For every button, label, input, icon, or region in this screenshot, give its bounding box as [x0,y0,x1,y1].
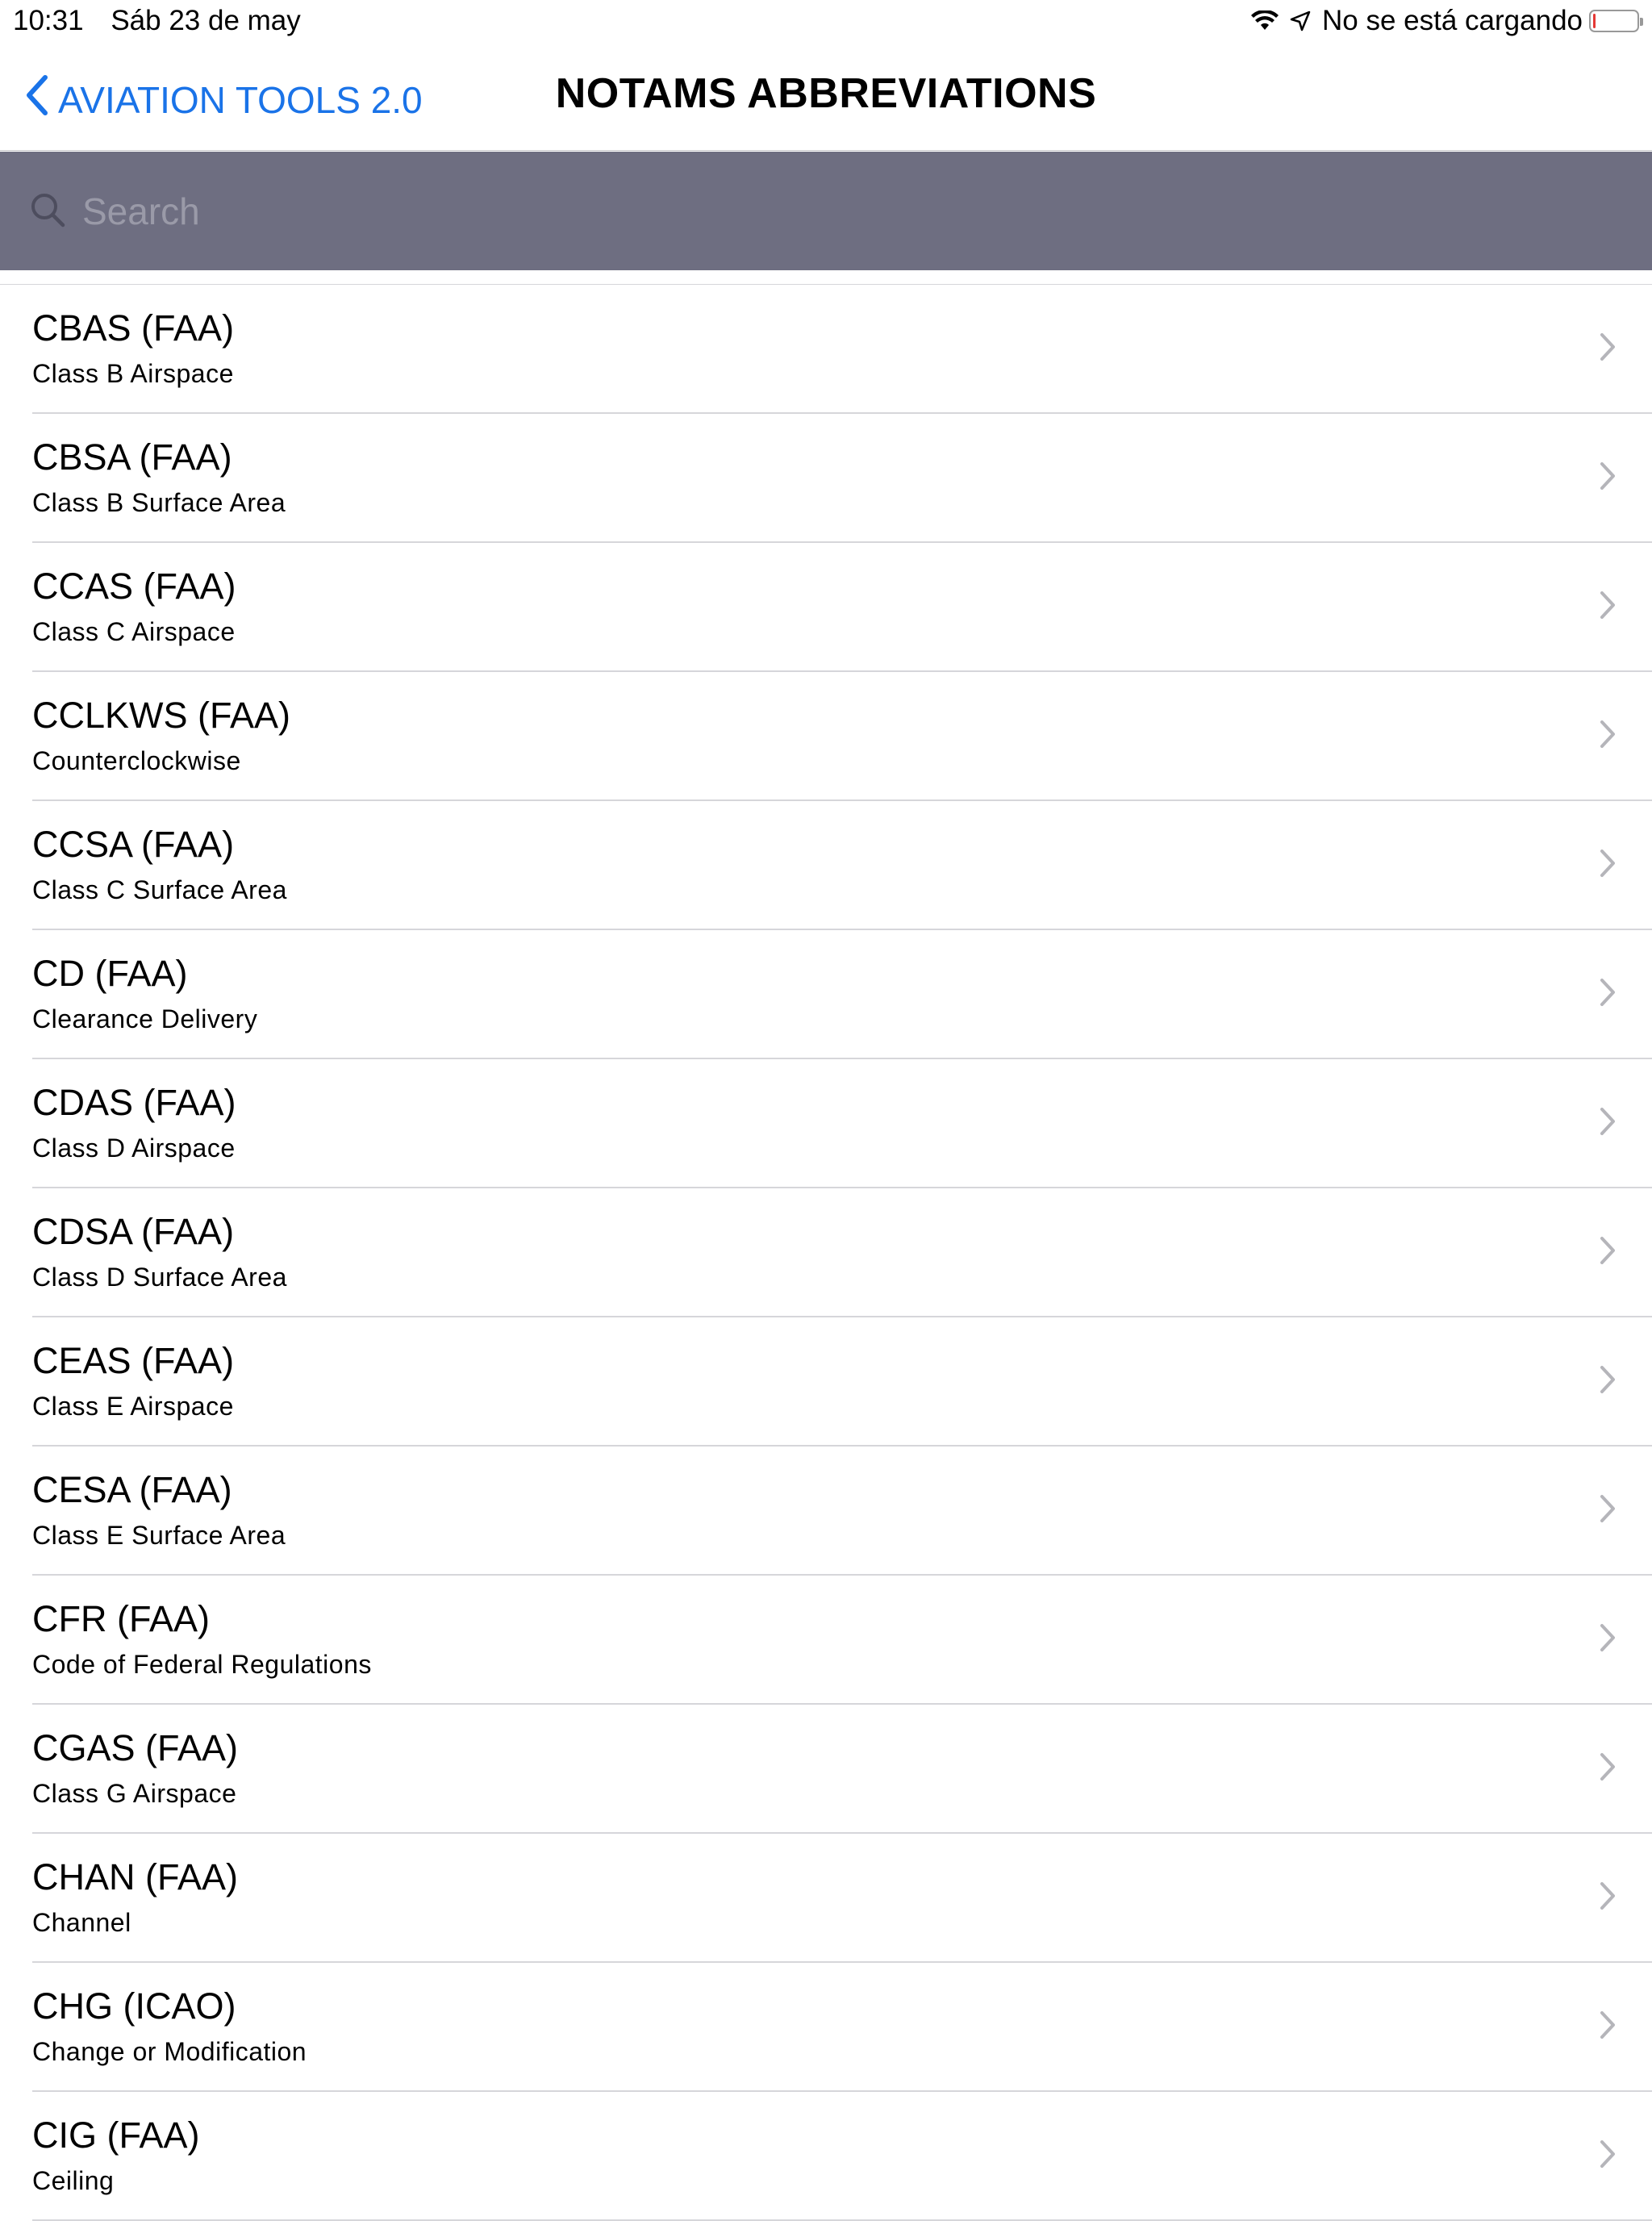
item-title: CCLKWS (FAA) [32,695,291,736]
item-subtitle: Class D Surface Area [32,1263,287,1292]
chevron-right-icon [1599,332,1617,366]
item-subtitle: Class G Airspace [32,1779,237,1808]
chevron-right-icon [1599,1622,1617,1657]
chevron-right-icon [1599,2010,1617,2044]
item-subtitle: Class E Surface Area [32,1521,286,1550]
charging-status-text: No se está cargando [1322,5,1583,36]
search-input[interactable] [81,189,1536,234]
item-title: CDAS (FAA) [32,1082,236,1123]
item-title: CHG (ICAO) [32,1985,236,2027]
list-item[interactable]: CHAN (FAA) Channel [0,1834,1652,1963]
wifi-icon [1251,10,1279,31]
abbreviation-list: CBAS (FAA) Class B Airspace CBSA (FAA) C… [0,284,1652,2221]
battery-nub [1640,18,1643,26]
item-title: CGAS (FAA) [32,1727,239,1768]
item-subtitle: Ceiling [32,2166,115,2195]
chevron-right-icon [1599,1235,1617,1270]
status-left: 10:31 Sáb 23 de may [13,5,320,37]
chevron-right-icon [1599,590,1617,624]
list-item[interactable]: CGAS (FAA) Class G Airspace [0,1705,1652,1834]
item-subtitle: Class E Airspace [32,1392,234,1421]
item-subtitle: Class D Airspace [32,1133,236,1163]
list-item[interactable]: CDAS (FAA) Class D Airspace [0,1059,1652,1188]
list-item[interactable]: CIG (FAA) Ceiling [0,2092,1652,2221]
search-icon [29,191,81,232]
item-subtitle: Class B Surface Area [32,488,286,517]
list-item[interactable]: CFR (FAA) Code of Federal Regulations [0,1576,1652,1705]
status-date: Sáb 23 de may [111,5,301,36]
list-item[interactable]: CCLKWS (FAA) Counterclockwise [0,672,1652,801]
item-title: CD (FAA) [32,953,188,994]
list-item[interactable]: CBSA (FAA) Class B Surface Area [0,414,1652,543]
status-bar: 10:31 Sáb 23 de may No se está cargando [0,0,1652,44]
item-title: CHAN (FAA) [32,1856,239,1897]
chevron-right-icon [1599,1881,1617,1915]
list-item[interactable]: CCSA (FAA) Class C Surface Area [0,801,1652,930]
chevron-right-icon [1599,848,1617,883]
chevron-right-icon [1599,1493,1617,1528]
list-item[interactable]: CCAS (FAA) Class C Airspace [0,543,1652,672]
list-item[interactable]: CBAS (FAA) Class B Airspace [0,285,1652,414]
item-title: CEAS (FAA) [32,1340,235,1381]
search-bar [0,152,1652,270]
list-item[interactable]: CEAS (FAA) Class E Airspace [0,1317,1652,1447]
item-subtitle: Class C Surface Area [32,875,287,904]
item-subtitle: Class B Airspace [32,359,234,388]
item-title: CBAS (FAA) [32,307,235,349]
page-title: NOTAMS ABBREVIATIONS [555,70,1097,117]
battery-level [1593,14,1596,28]
chevron-right-icon [1599,1106,1617,1141]
chevron-right-icon [1599,719,1617,754]
item-title: CBSA (FAA) [32,436,232,478]
chevron-right-icon [1599,1364,1617,1399]
list-item[interactable]: CDSA (FAA) Class D Surface Area [0,1188,1652,1317]
item-subtitle: Counterclockwise [32,746,241,775]
item-subtitle: Channel [32,1908,131,1937]
status-time: 10:31 [13,5,84,36]
item-subtitle: Code of Federal Regulations [32,1650,372,1679]
item-title: CESA (FAA) [32,1469,232,1510]
chevron-right-icon [1599,461,1617,495]
list-item[interactable]: CD (FAA) Clearance Delivery [0,930,1652,1059]
navigation-bar: AVIATION TOOLS 2.0 NOTAMS ABBREVIATIONS [0,44,1652,151]
item-subtitle: Change or Modification [32,2037,307,2066]
item-title: CFR (FAA) [32,1598,210,1639]
item-title: CCAS (FAA) [32,566,236,607]
item-title: CIG (FAA) [32,2115,200,2156]
list-item[interactable]: CHG (ICAO) Change or Modification [0,1963,1652,2092]
item-title: CCSA (FAA) [32,824,235,865]
item-subtitle: Class C Airspace [32,617,236,646]
chevron-right-icon [1599,2139,1617,2173]
item-subtitle: Clearance Delivery [32,1004,258,1033]
search-field[interactable] [29,184,1610,239]
item-title: CDSA (FAA) [32,1211,235,1252]
chevron-right-icon [1599,977,1617,1012]
status-right: No se está cargando [1251,5,1643,37]
battery-icon [1589,10,1643,32]
list-item[interactable]: CESA (FAA) Class E Surface Area [0,1447,1652,1576]
chevron-right-icon [1599,1751,1617,1786]
location-arrow-icon [1290,10,1311,31]
